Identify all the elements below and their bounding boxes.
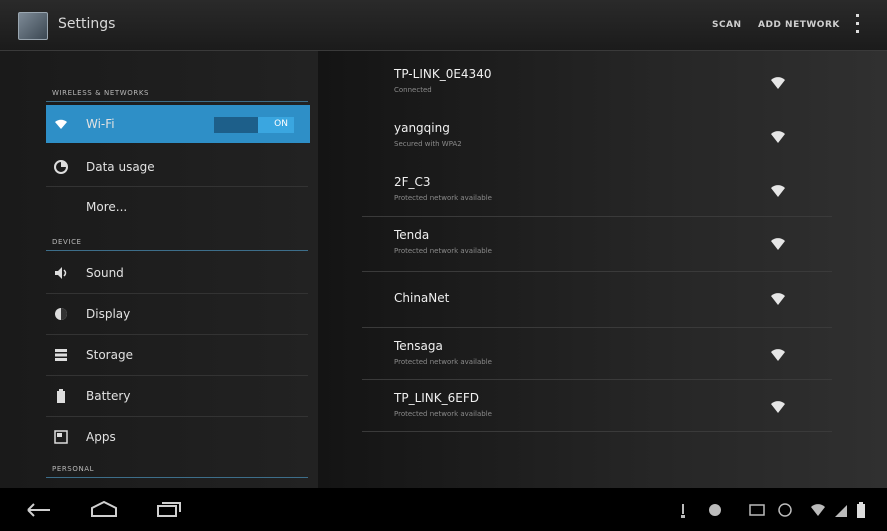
section-divider [46,101,308,102]
settings-sidebar: WIRELESS & NETWORKS Wi-Fi ON Data usage … [0,51,318,488]
overflow-menu-icon[interactable] [856,14,860,38]
sidebar-item-label: More... [86,200,128,214]
divider [362,271,832,272]
network-ssid: TP-LINK_0E4340 [394,67,492,81]
network-row-yangqing[interactable]: yangqing Secured with WPA2 [394,113,808,165]
network-ssid: 2F_C3 [394,175,431,189]
wifi-lock-icon [771,238,785,250]
divider [362,431,832,432]
divider [46,186,308,187]
section-header-personal: PERSONAL [52,465,95,473]
divider [362,216,832,217]
app-title: Settings [58,16,116,32]
network-status: Protected network available [394,247,492,255]
wifi-lock-icon [771,401,785,413]
network-ssid: Tenda [394,228,430,242]
data-usage-icon [54,160,68,174]
wifi-toggle[interactable]: ON [214,117,294,133]
sidebar-item-apps[interactable]: Apps [46,418,310,456]
wifi-lock-icon [771,185,785,197]
download-icon [778,503,792,517]
network-row-tp-link-6efd[interactable]: TP_LINK_6EFD Protected network available [394,383,808,435]
network-row-chinanet[interactable]: ChinaNet [394,275,808,327]
settings-app-icon[interactable] [18,12,48,40]
notification-icon [709,504,721,516]
divider [362,327,832,328]
sidebar-item-sound[interactable]: Sound [46,254,310,292]
sidebar-item-more[interactable]: More... [46,188,310,226]
signal-strength-icon [835,505,847,517]
network-ssid: ChinaNet [394,291,450,305]
network-status: Secured with WPA2 [394,140,462,148]
divider [46,375,308,376]
network-row-tensaga[interactable]: Tensaga Protected network available [394,331,808,383]
network-status: Connected [394,86,432,94]
wifi-signal-icon [771,77,785,89]
add-network-button[interactable]: ADD NETWORK [758,20,840,30]
usb-debug-icon [681,504,685,518]
system-nav-bar [0,488,887,531]
network-row-tp-link-0e4340[interactable]: TP-LINK_0E4340 Connected [394,59,808,111]
sidebar-item-storage[interactable]: Storage [46,336,310,374]
network-row-tenda[interactable]: Tenda Protected network available [394,220,808,272]
wifi-icon [55,119,67,129]
sidebar-item-label: Sound [86,266,124,280]
speaker-icon [55,267,67,279]
network-ssid: TP_LINK_6EFD [394,391,479,405]
sidebar-item-label: Storage [86,348,133,362]
sidebar-item-wifi[interactable]: Wi-Fi ON [46,105,310,143]
wifi-lock-icon [771,349,785,361]
network-status: Protected network available [394,358,492,366]
section-divider [46,250,308,251]
divider [46,416,308,417]
sidebar-item-data-usage[interactable]: Data usage [46,148,310,186]
wifi-network-list: TP-LINK_0E4340 Connected yangqing Secure… [318,51,887,488]
divider [362,379,832,380]
battery-icon [57,389,65,403]
sidebar-item-label: Battery [86,389,131,403]
battery-status-icon [857,502,865,518]
section-header-device: DEVICE [52,238,82,246]
network-row-2f-c3[interactable]: 2F_C3 Protected network available [394,167,808,219]
sidebar-item-display[interactable]: Display [46,295,310,333]
network-status: Protected network available [394,410,492,418]
action-bar: Settings SCAN ADD NETWORK [0,0,887,51]
display-icon [55,308,67,320]
wifi-status-icon [811,504,825,516]
network-ssid: Tensaga [394,339,443,353]
home-icon[interactable] [88,498,120,520]
recent-apps-icon[interactable] [154,498,184,520]
network-ssid: yangqing [394,121,450,135]
sidebar-item-label: Data usage [86,160,155,174]
sidebar-item-label: Apps [86,430,116,444]
toggle-state: ON [274,119,288,129]
sidebar-item-label: Wi-Fi [86,117,115,131]
network-status: Protected network available [394,194,492,202]
sd-card-icon [749,504,765,516]
divider [46,293,308,294]
section-divider [46,477,308,478]
storage-icon [55,349,67,361]
section-header-wireless: WIRELESS & NETWORKS [52,89,150,97]
wifi-lock-icon [771,293,785,305]
scan-button[interactable]: SCAN [712,20,742,30]
back-icon[interactable] [24,498,54,520]
sidebar-item-battery[interactable]: Battery [46,377,310,415]
sidebar-item-label: Display [86,307,131,321]
apps-icon [54,430,68,444]
divider [46,334,308,335]
wifi-signal-icon [771,131,785,143]
